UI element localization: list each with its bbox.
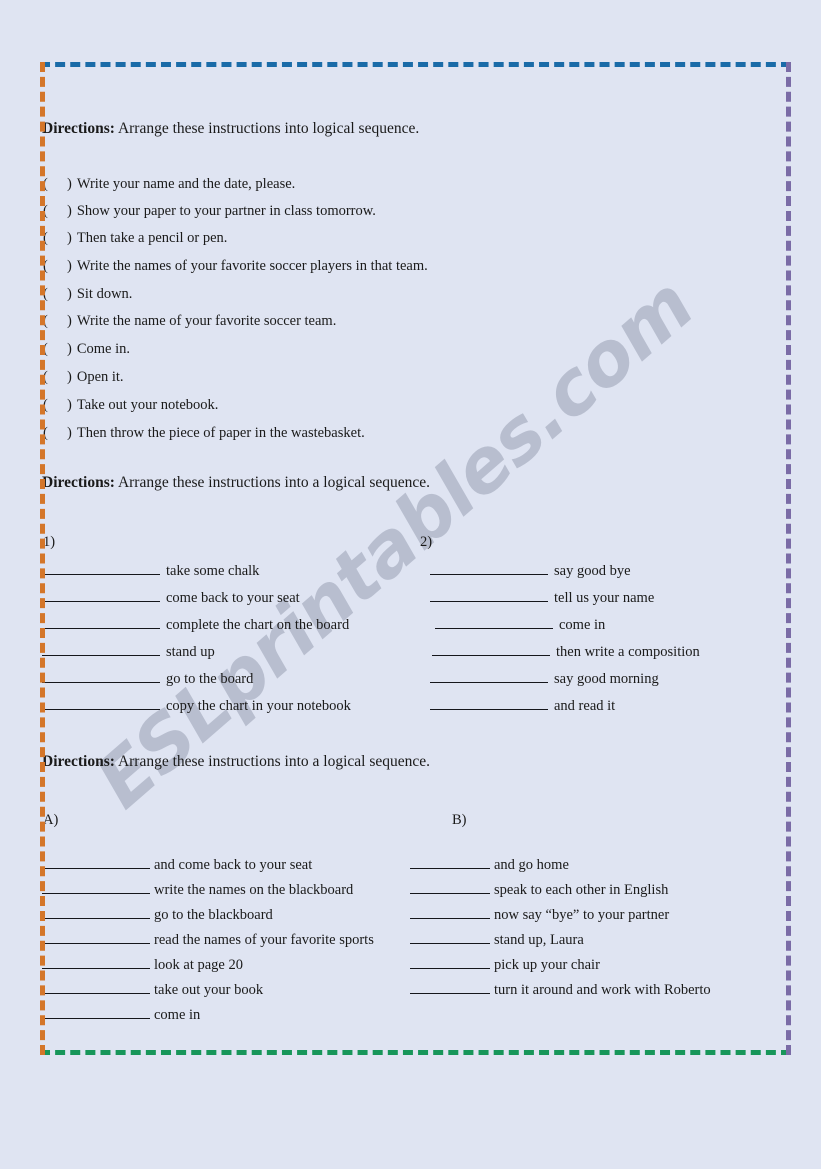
- worksheet-border-frame: [40, 62, 791, 1055]
- border-right-dashed: [786, 62, 791, 1055]
- border-top-dashed: [40, 62, 791, 67]
- border-bottom-dashed: [40, 1050, 791, 1055]
- border-left-dashed: [40, 62, 45, 1055]
